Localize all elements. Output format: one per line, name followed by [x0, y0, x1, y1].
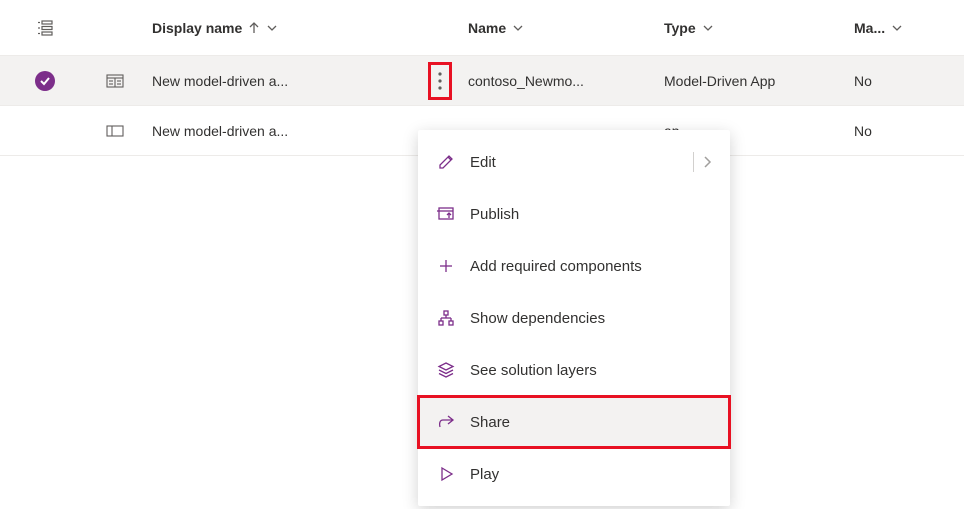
chevron-down-icon — [702, 22, 714, 34]
chevron-right-icon — [702, 155, 712, 169]
chevron-down-icon — [891, 22, 903, 34]
menu-item-play[interactable]: Play — [418, 448, 730, 500]
menu-label: Show dependencies — [470, 310, 712, 327]
column-header-label: Type — [664, 20, 696, 36]
cell-display-name: New model-driven a... — [152, 123, 288, 139]
menu-label: See solution layers — [470, 362, 712, 379]
row-selected-check-icon[interactable] — [35, 71, 55, 91]
menu-label: Add required components — [470, 258, 712, 275]
more-actions-button[interactable] — [429, 63, 451, 99]
menu-item-see-layers[interactable]: See solution layers — [418, 344, 730, 396]
menu-item-show-dependencies[interactable]: Show dependencies — [418, 292, 730, 344]
chevron-down-icon — [512, 22, 524, 34]
table-header-row: Display name Name Type Ma... — [0, 0, 964, 56]
column-header-type[interactable]: Type — [660, 20, 850, 36]
plus-icon — [436, 257, 456, 275]
hierarchy-icon — [436, 309, 456, 327]
menu-item-add-components[interactable]: Add required components — [418, 240, 730, 292]
panel-icon — [106, 125, 124, 137]
more-vertical-icon — [438, 72, 442, 90]
select-all-icon — [36, 19, 54, 37]
menu-item-submenu-indicator[interactable] — [693, 152, 712, 172]
form-icon — [106, 74, 124, 88]
play-icon — [436, 466, 456, 482]
pencil-icon — [436, 153, 456, 171]
cell-display-name: New model-driven a... — [152, 73, 288, 89]
cell-type: Model-Driven App — [664, 73, 775, 89]
sort-asc-icon — [248, 21, 260, 35]
layers-icon — [436, 361, 456, 379]
menu-label: Play — [470, 466, 712, 483]
column-header-name[interactable]: Name — [460, 20, 660, 36]
share-icon — [436, 413, 456, 431]
context-menu: Edit Publish Add required components Sho… — [418, 130, 730, 506]
column-header-select[interactable] — [0, 19, 90, 37]
cell-managed: No — [854, 73, 872, 89]
menu-label: Share — [470, 414, 712, 431]
cell-managed: No — [854, 123, 872, 139]
cell-name: contoso_Newmo... — [468, 73, 584, 89]
table-row[interactable]: New model-driven a... contoso_Newmo... M… — [0, 56, 964, 106]
menu-item-publish[interactable]: Publish — [418, 188, 730, 240]
column-header-label: Display name — [152, 20, 242, 36]
publish-icon — [436, 205, 456, 223]
menu-item-share[interactable]: Share — [418, 396, 730, 448]
menu-label: Edit — [470, 154, 679, 171]
menu-item-edit[interactable]: Edit — [418, 136, 730, 188]
chevron-down-icon — [266, 22, 278, 34]
column-header-label: Ma... — [854, 20, 885, 36]
column-header-display-name[interactable]: Display name — [140, 20, 420, 36]
column-header-managed[interactable]: Ma... — [850, 20, 964, 36]
menu-label: Publish — [470, 206, 712, 223]
column-header-label: Name — [468, 20, 506, 36]
